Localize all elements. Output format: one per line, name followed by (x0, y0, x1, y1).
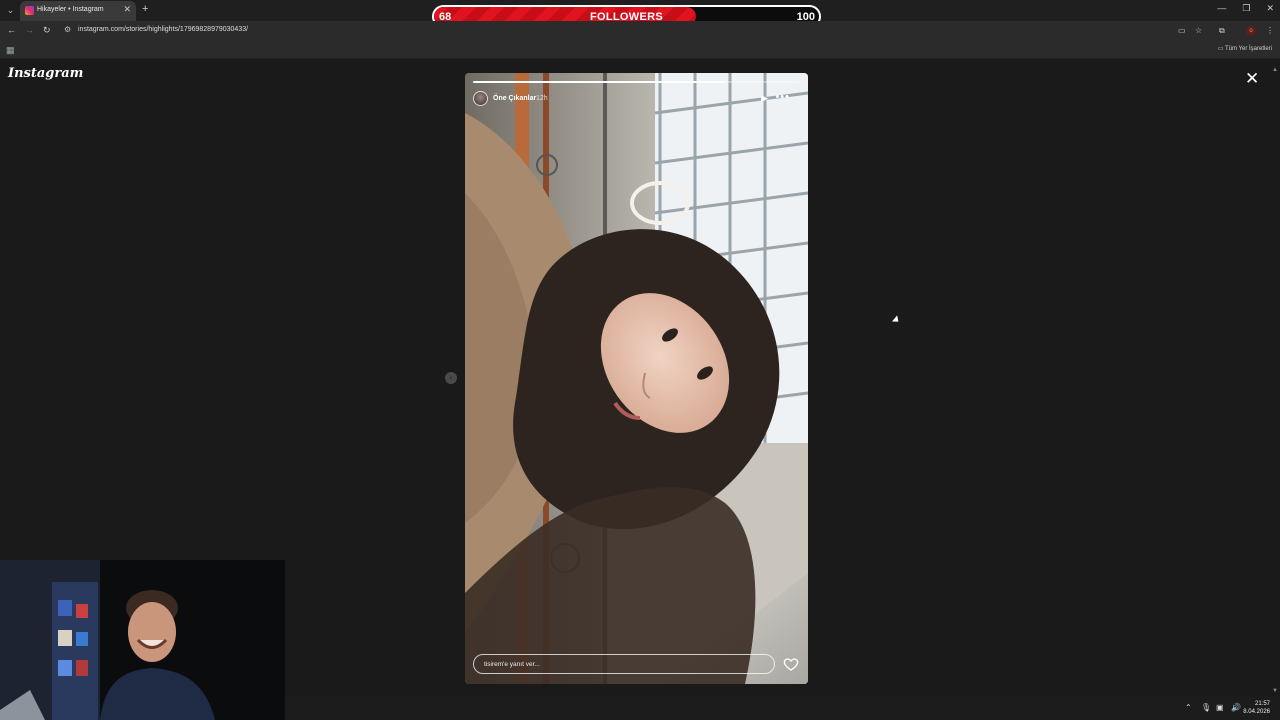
volume-icon[interactable]: 🔊 (1231, 703, 1241, 712)
url-text[interactable]: instagram.com/stories/highlights/1796982… (78, 26, 248, 33)
close-story-viewer-icon[interactable]: ✕ (1245, 69, 1259, 89)
heart-icon[interactable] (783, 656, 799, 672)
forward-arrow-icon[interactable]: → (25, 25, 34, 35)
more-options-icon[interactable]: ••• (775, 91, 790, 103)
story-username[interactable]: Öne Çıkanlar (493, 95, 536, 102)
window-close-button[interactable]: ✕ (1266, 3, 1274, 14)
mouse-cursor-icon (892, 315, 901, 325)
browser-toolbar: ← → ↻ ⚙ instagram.com/stories/highlights… (0, 21, 1280, 41)
all-bookmarks-folder[interactable]: ▭ Tüm Yer İşaretleri (1218, 45, 1272, 52)
story-viewer[interactable]: Öne Çıkanlar 12h ▶ ••• (465, 73, 808, 684)
minimize-button[interactable]: — (1217, 3, 1226, 14)
webcam-image (0, 560, 285, 720)
webcam-overlay (0, 560, 285, 720)
clock-time: 21:57 (1254, 701, 1270, 707)
scroll-up-arrow-icon[interactable]: ▲ (1272, 67, 1278, 73)
browser-menu-icon[interactable]: ⋮ (1266, 26, 1274, 35)
clock-date: 8.04.2026 (1243, 709, 1270, 715)
story-reply-input[interactable] (473, 654, 775, 674)
site-info-icon[interactable]: ⚙ (64, 25, 71, 34)
new-tab-button[interactable]: + (142, 3, 148, 15)
microphone-icon[interactable]: 🎙 (1201, 703, 1211, 712)
system-clock[interactable]: 21:57 8.04.2026 (1243, 700, 1270, 716)
tab-title: Hikayeler • Instagram (37, 6, 104, 13)
scroll-down-arrow-icon[interactable]: ▼ (1272, 688, 1278, 694)
reload-icon[interactable]: ↻ (43, 25, 51, 36)
extensions-icon[interactable]: ⧉ (1219, 26, 1225, 36)
cast-icon[interactable]: ▭ (1178, 26, 1186, 35)
taskbar: ⌃ 🎙 ▣ 🔊 21:57 8.04.2026 (285, 696, 1280, 720)
bookmarks-bar: ▦ ▭ Tüm Yer İşaretleri (0, 41, 1280, 59)
folder-icon: ▭ (1217, 46, 1224, 52)
play-icon[interactable]: ▶ (761, 93, 768, 104)
story-progress-bar (473, 81, 800, 83)
instagram-logo[interactable]: Instagram (8, 66, 83, 81)
restore-button[interactable]: ❐ (1242, 3, 1250, 14)
address-bar[interactable]: ⚙ instagram.com/stories/highlights/17969… (58, 23, 1168, 39)
apps-grid-icon[interactable]: ▦ (6, 45, 15, 56)
story-timestamp: 12h (536, 95, 548, 102)
story-photo (465, 73, 808, 684)
story-header: Öne Çıkanlar 12h ▶ ••• (473, 91, 800, 107)
instagram-favicon-icon (25, 6, 34, 15)
window-controls: — ❐ ✕ (1217, 3, 1274, 14)
previous-story-chevron-icon[interactable]: ‹ (445, 372, 457, 384)
back-arrow-icon[interactable]: ← (7, 25, 16, 35)
show-hidden-icons-icon[interactable]: ⌃ (1185, 703, 1192, 712)
tab-close-icon[interactable]: ✕ (123, 4, 131, 15)
browser-tab[interactable]: Hikayeler • Instagram ✕ (20, 1, 136, 21)
all-bookmarks-label: Tüm Yer İşaretleri (1224, 46, 1272, 52)
story-progress-fill (473, 81, 725, 83)
profile-avatar[interactable]: o (1246, 26, 1256, 36)
tab-search-icon[interactable]: ⌄ (4, 4, 17, 17)
bookmark-star-icon[interactable]: ☆ (1195, 26, 1202, 35)
network-icon[interactable]: ▣ (1216, 703, 1224, 712)
story-avatar[interactable] (473, 91, 488, 106)
